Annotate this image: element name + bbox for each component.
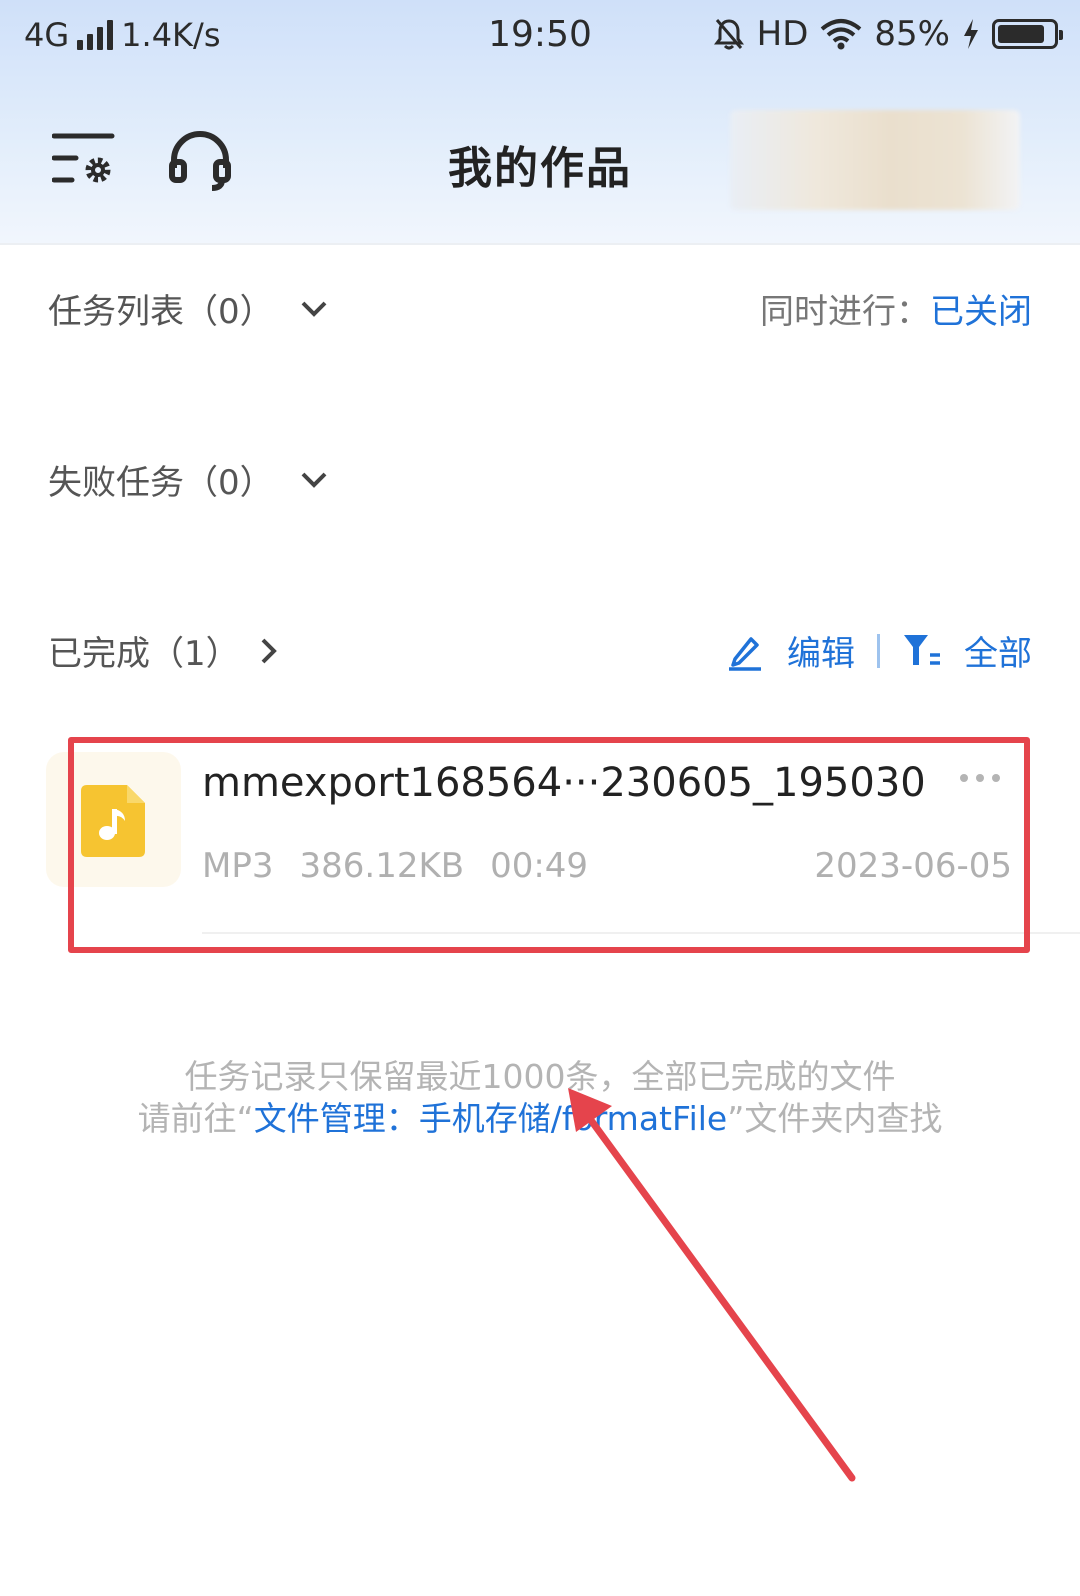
- blurred-avatar-area: [730, 110, 1020, 210]
- filter-all-button[interactable]: 全部: [964, 626, 1032, 675]
- task-list-toggle[interactable]: 任务列表（0）: [48, 284, 328, 333]
- concurrent-setting[interactable]: 同时进行： 已关闭: [760, 284, 1032, 333]
- completed-actions: 编辑 全部: [725, 626, 1032, 675]
- task-list-label: 任务列表（0）: [48, 292, 274, 332]
- divider: [877, 633, 880, 668]
- tip-prefix: 请前往“: [137, 1099, 254, 1138]
- battery-percent: 85%: [874, 14, 950, 54]
- battery-icon: [992, 19, 1063, 49]
- tip-suffix: ”文件夹内查找: [727, 1099, 943, 1138]
- wifi-icon: [821, 19, 862, 50]
- charging-icon: [964, 19, 978, 49]
- failed-tasks-label: 失败任务（0）: [48, 463, 274, 503]
- mute-bell-icon: [713, 19, 744, 50]
- chevron-down-icon: [301, 301, 327, 317]
- file-manager-link[interactable]: 文件管理：手机存储/formatFile: [254, 1099, 727, 1138]
- storage-tip: 任务记录只保留最近1000条，全部已完成的文件 请前往“文件管理：手机存储/fo…: [0, 1056, 1080, 1140]
- app-header: 我的作品: [0, 110, 1080, 210]
- tip-line-2: 请前往“文件管理：手机存储/formatFile”文件夹内查找: [0, 1098, 1080, 1140]
- failed-tasks-toggle[interactable]: 失败任务（0）: [48, 455, 328, 504]
- filter-icon[interactable]: [902, 633, 942, 669]
- hd-label: HD: [756, 14, 809, 54]
- chevron-right-icon: [261, 638, 277, 663]
- completed-toggle[interactable]: 已完成（1）: [48, 626, 278, 675]
- completed-label: 已完成（1）: [48, 634, 240, 674]
- battery-fill: [998, 25, 1044, 43]
- highlight-box: [68, 737, 1030, 953]
- chevron-down-icon: [301, 472, 327, 488]
- status-bar: 4G 1.4K/s 19:50 HD 85%: [0, 0, 1080, 78]
- edit-icon[interactable]: [725, 631, 765, 671]
- concurrent-label: 同时进行：: [760, 292, 930, 332]
- edit-button[interactable]: 编辑: [787, 626, 855, 675]
- tip-line-1: 任务记录只保留最近1000条，全部已完成的文件: [184, 1057, 896, 1096]
- concurrent-value[interactable]: 已关闭: [930, 284, 1032, 333]
